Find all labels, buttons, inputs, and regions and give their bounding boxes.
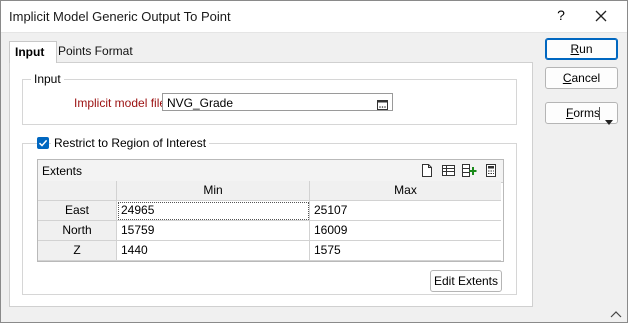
tab-input[interactable]: Input bbox=[9, 41, 57, 63]
extents-toolbar: Extents bbox=[38, 160, 503, 183]
new-file-icon[interactable] bbox=[422, 164, 432, 180]
cancel-button-label: ancel bbox=[571, 71, 601, 85]
forms-button-label: orms bbox=[573, 106, 601, 120]
z-min-cell[interactable]: 1440 bbox=[117, 241, 310, 261]
row-header-north: North bbox=[38, 221, 117, 241]
z-max-cell[interactable]: 1575 bbox=[310, 241, 501, 261]
column-header-max[interactable]: Max bbox=[310, 181, 501, 201]
tab-panel: Input Implicit model file NVG_Grade Rest… bbox=[9, 62, 533, 307]
title-bar: Implicit Model Generic Output To Point ? bbox=[1, 1, 627, 33]
north-min-cell[interactable]: 15759 bbox=[117, 221, 310, 241]
run-button-mnemonic: R bbox=[570, 42, 580, 56]
edit-extents-button[interactable]: Edit Extents bbox=[430, 270, 502, 292]
window-title: Implicit Model Generic Output To Point bbox=[9, 9, 231, 24]
cancel-button[interactable]: Cancel bbox=[545, 67, 618, 89]
restrict-region-label[interactable]: Restrict to Region of Interest bbox=[51, 136, 210, 150]
implicit-model-field[interactable]: NVG_Grade bbox=[162, 93, 393, 111]
east-max-cell[interactable]: 25107 bbox=[310, 201, 501, 221]
tab-points-format[interactable]: Points Format bbox=[53, 41, 138, 61]
extents-title: Extents bbox=[42, 164, 83, 178]
input-group-title: Input bbox=[31, 72, 64, 86]
add-row-icon[interactable] bbox=[462, 164, 477, 180]
chevron-up-icon[interactable] bbox=[610, 307, 622, 321]
implicit-model-label: Implicit model file bbox=[74, 96, 167, 110]
forms-button[interactable]: Forms bbox=[545, 102, 618, 125]
column-header-min[interactable]: Min bbox=[117, 181, 310, 201]
extents-grid: Extents Min Max East 24965 25107 North 1… bbox=[37, 159, 504, 262]
region-group: Restrict to Region of Interest Extents M… bbox=[22, 136, 517, 295]
run-button[interactable]: Run bbox=[545, 38, 618, 60]
dropdown-arrow-icon[interactable] bbox=[605, 111, 613, 131]
ellipsis-browse-icon[interactable] bbox=[377, 97, 388, 110]
implicit-model-value: NVG_Grade bbox=[167, 96, 234, 110]
east-min-cell[interactable]: 24965 bbox=[117, 201, 310, 221]
calculator-icon[interactable] bbox=[486, 164, 496, 180]
help-button[interactable]: ? bbox=[553, 7, 569, 23]
close-icon[interactable] bbox=[593, 8, 609, 24]
grid-corner-cell bbox=[38, 181, 117, 201]
north-max-cell[interactable]: 16009 bbox=[310, 221, 501, 241]
row-header-z: Z bbox=[38, 241, 117, 261]
input-group: Input Implicit model file NVG_Grade bbox=[22, 72, 517, 125]
dialog-window: Implicit Model Generic Output To Point ?… bbox=[0, 0, 628, 323]
table-icon[interactable] bbox=[442, 165, 455, 179]
restrict-region-checkbox[interactable] bbox=[37, 137, 49, 149]
row-header-east: East bbox=[38, 201, 117, 221]
run-button-label: un bbox=[579, 42, 593, 56]
forms-split-divider bbox=[599, 107, 600, 120]
